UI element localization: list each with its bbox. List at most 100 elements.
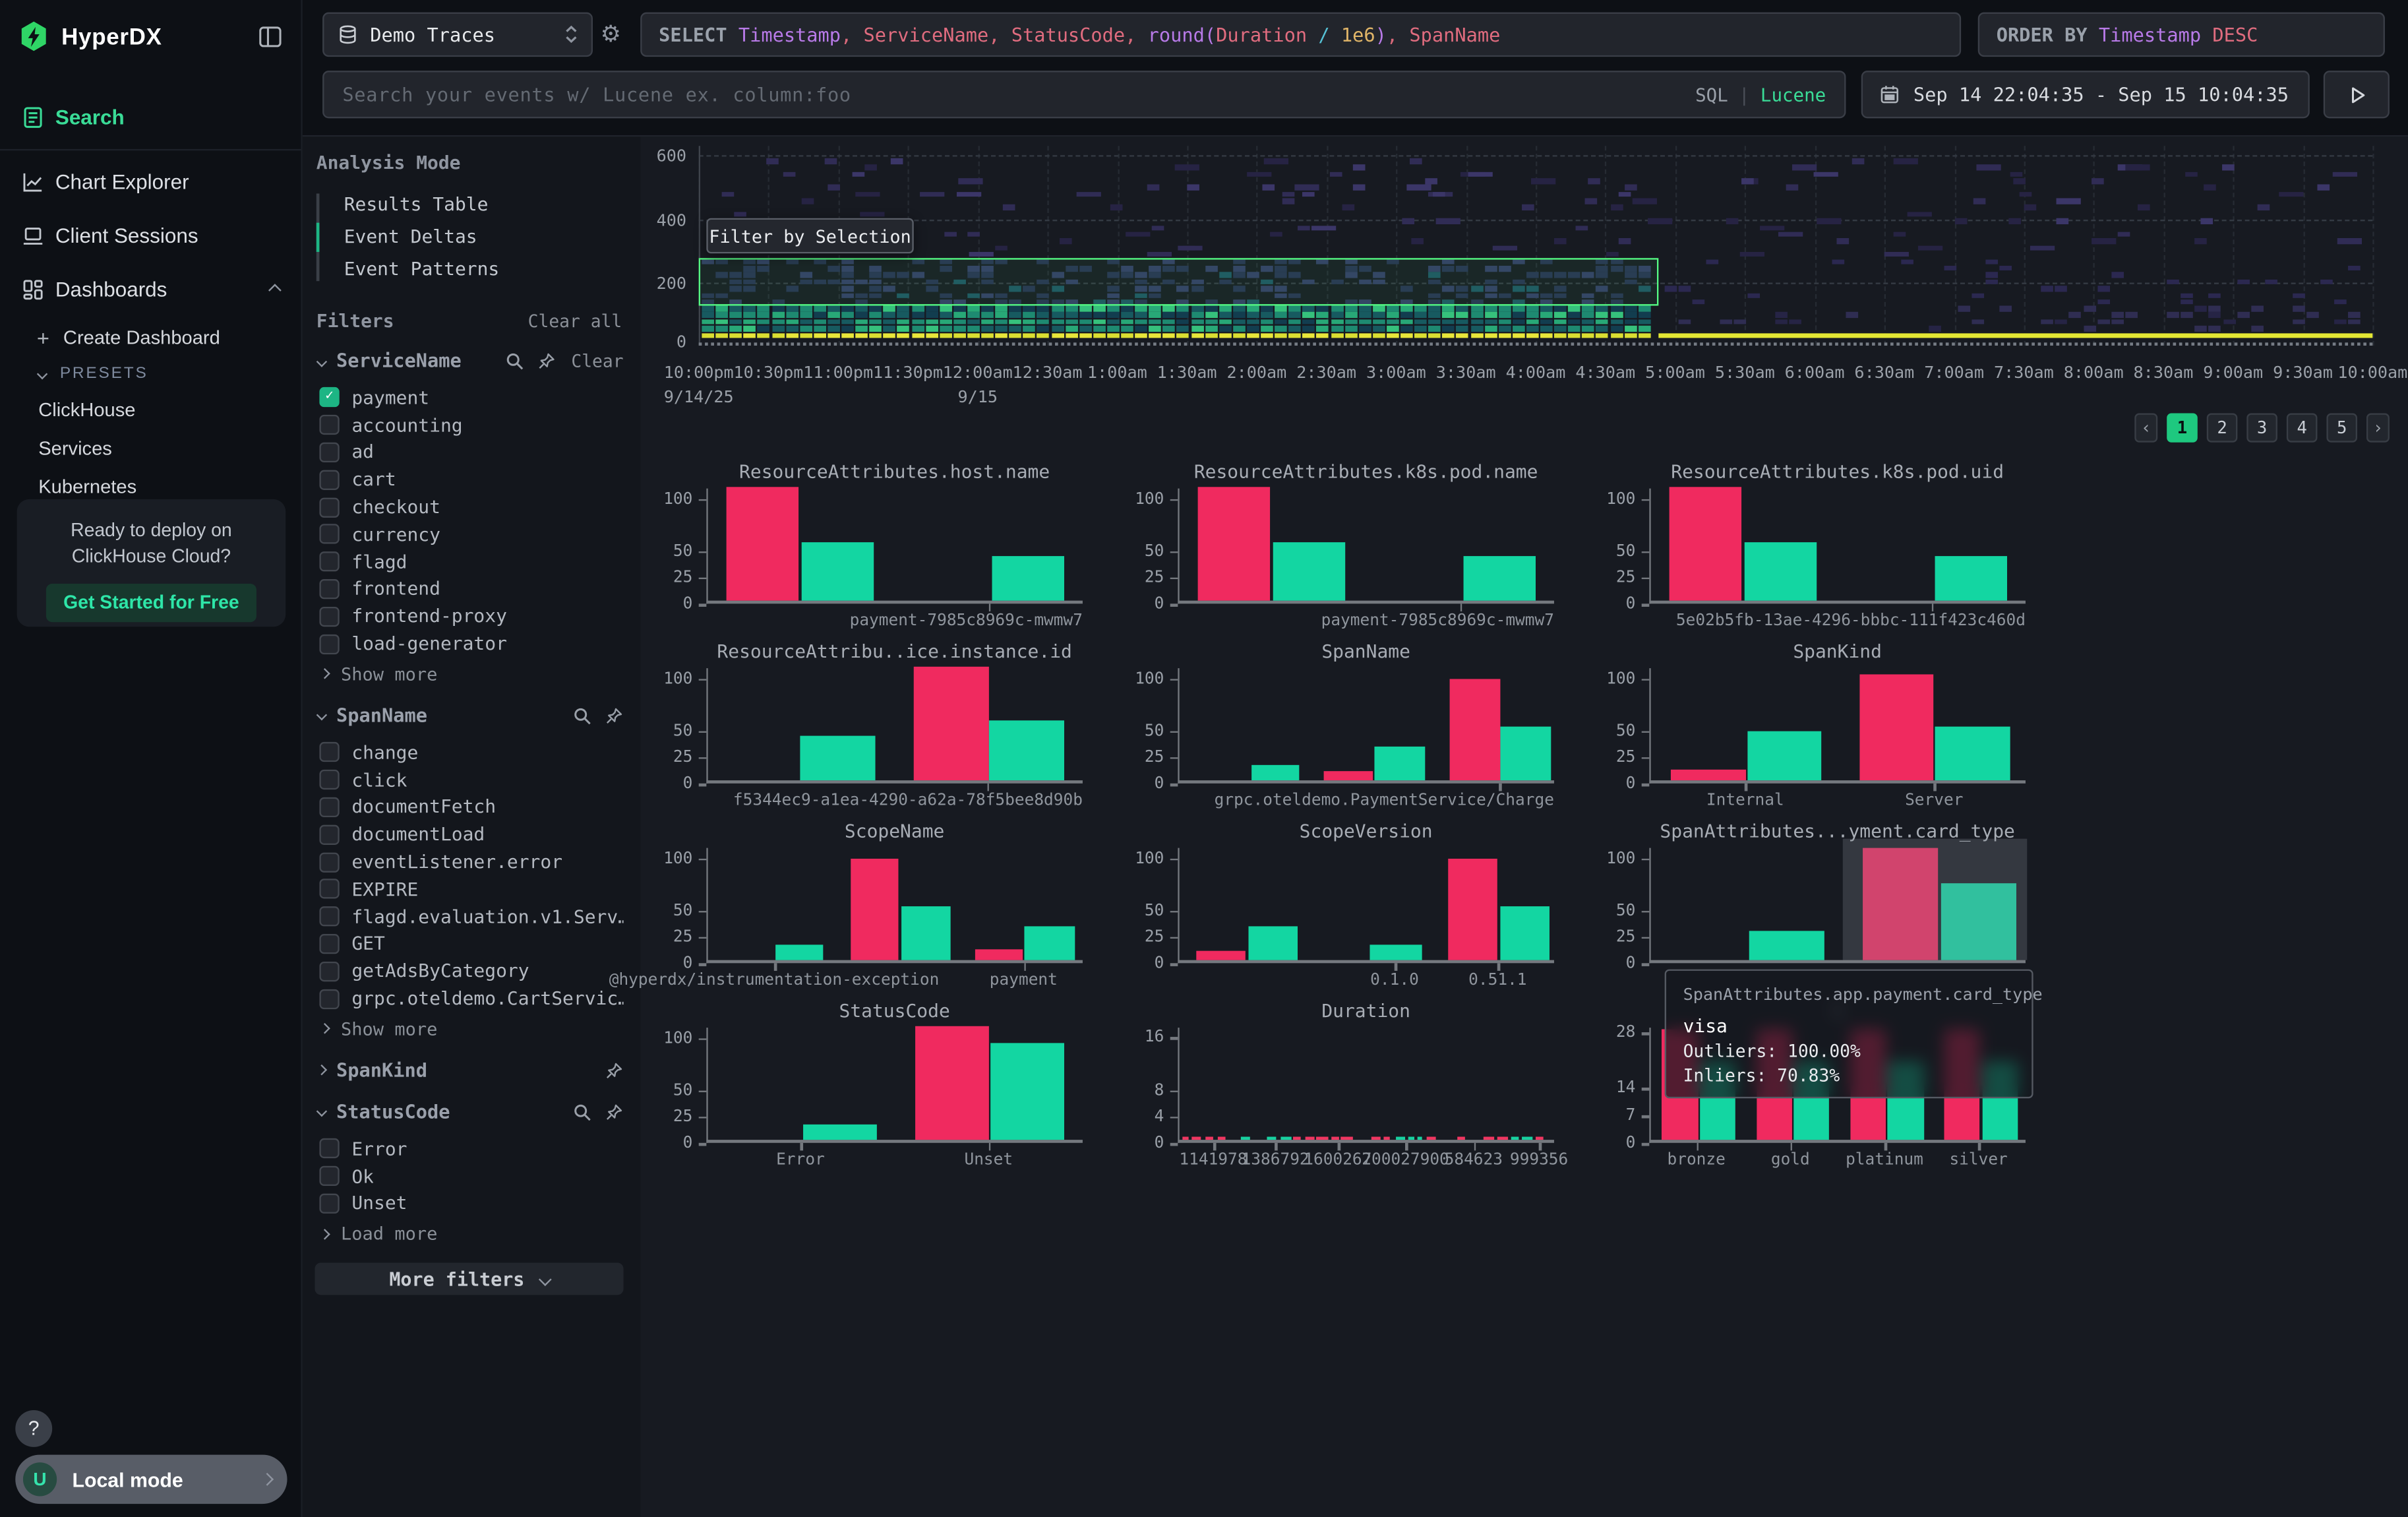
pagination-page-1[interactable]: 1 bbox=[2167, 414, 2198, 443]
bar-inliers[interactable] bbox=[1501, 726, 1551, 781]
sidebar-item-create-dashboard[interactable]: + Create Dashboard bbox=[0, 319, 301, 356]
bar-inliers[interactable] bbox=[775, 945, 823, 960]
bar-outliers[interactable] bbox=[1324, 771, 1373, 780]
bar-outliers[interactable] bbox=[851, 859, 898, 960]
filter-group-header[interactable]: SpanKind bbox=[315, 1057, 623, 1084]
pagination-prev[interactable]: ‹ bbox=[2134, 414, 2157, 443]
load-more-button[interactable]: Load more bbox=[315, 1220, 623, 1248]
sidebar-item-client-sessions[interactable]: Client Sessions bbox=[0, 215, 301, 257]
checkbox[interactable] bbox=[319, 634, 339, 654]
bar-inliers[interactable] bbox=[1749, 931, 1824, 960]
checkbox[interactable] bbox=[319, 1139, 339, 1159]
checkbox[interactable] bbox=[319, 879, 339, 899]
filter-option[interactable]: accounting bbox=[315, 412, 623, 439]
pagination-page-5[interactable]: 5 bbox=[2326, 414, 2357, 443]
bar-outliers[interactable] bbox=[1450, 679, 1500, 780]
filter-option[interactable]: flagd.evaluation.v1.Serv… bbox=[315, 903, 623, 930]
analysis-mode-option[interactable]: Event Deltas bbox=[316, 221, 624, 253]
bar-inliers[interactable] bbox=[1935, 555, 2006, 600]
bar-outliers[interactable] bbox=[1198, 487, 1269, 600]
filter-option[interactable]: checkout bbox=[315, 493, 623, 520]
bar-inliers[interactable] bbox=[1745, 542, 1816, 601]
sidebar-item-search[interactable]: Search bbox=[0, 97, 301, 139]
checkbox[interactable] bbox=[319, 415, 339, 435]
filter-option[interactable]: getAdsByCategory bbox=[315, 958, 623, 985]
filter-option[interactable]: Unset bbox=[315, 1190, 623, 1217]
bar-inliers[interactable] bbox=[1248, 927, 1297, 960]
sidebar-preset-clickhouse[interactable]: ClickHouse bbox=[0, 390, 301, 429]
bar-inliers[interactable] bbox=[1375, 747, 1426, 780]
heatmap-plot[interactable] bbox=[699, 146, 2373, 346]
checkbox[interactable] bbox=[319, 906, 339, 926]
pagination-page-2[interactable]: 2 bbox=[2207, 414, 2238, 443]
checkbox[interactable] bbox=[319, 443, 339, 462]
settings-gear-icon[interactable]: ⚙ bbox=[601, 20, 621, 47]
checkbox[interactable] bbox=[319, 470, 339, 489]
bar-inliers[interactable] bbox=[1936, 726, 2010, 781]
pin-icon[interactable] bbox=[605, 1103, 624, 1121]
checkbox[interactable] bbox=[319, 579, 339, 599]
bar-outliers[interactable] bbox=[1671, 770, 1746, 780]
checkbox[interactable] bbox=[319, 961, 339, 981]
sidebar-presets-toggle[interactable]: PRESETS bbox=[0, 356, 301, 390]
pagination-page-3[interactable]: 3 bbox=[2246, 414, 2277, 443]
checkbox[interactable] bbox=[319, 1193, 339, 1213]
checkbox[interactable] bbox=[319, 934, 339, 954]
bar-inliers[interactable] bbox=[802, 542, 873, 601]
checkbox[interactable] bbox=[319, 606, 339, 626]
checkbox[interactable] bbox=[319, 989, 339, 1008]
checkbox[interactable] bbox=[319, 824, 339, 844]
filter-option[interactable]: ✓payment bbox=[315, 384, 623, 411]
collapse-sidebar-icon[interactable] bbox=[258, 24, 282, 49]
filter-option[interactable]: ad bbox=[315, 439, 623, 466]
filter-option[interactable]: EXPIRE bbox=[315, 875, 623, 902]
filter-clear-button[interactable]: Clear bbox=[571, 351, 623, 371]
more-filters-button[interactable]: More filters bbox=[315, 1263, 623, 1295]
bar-inliers[interactable] bbox=[901, 906, 951, 960]
account-menu[interactable]: U Local mode bbox=[15, 1455, 287, 1504]
filter-option[interactable]: change bbox=[315, 739, 623, 766]
search-icon[interactable] bbox=[573, 706, 591, 725]
bar-outliers[interactable] bbox=[975, 950, 1023, 960]
filter-group-header[interactable]: SpanName bbox=[315, 702, 623, 729]
checkbox[interactable] bbox=[319, 797, 339, 817]
filter-option[interactable]: click bbox=[315, 766, 623, 793]
filter-option[interactable]: documentLoad bbox=[315, 821, 623, 848]
bar-inliers[interactable] bbox=[804, 1125, 877, 1140]
checkbox[interactable] bbox=[319, 743, 339, 762]
show-more-button[interactable]: Show more bbox=[315, 660, 623, 688]
analysis-mode-option[interactable]: Event Patterns bbox=[316, 253, 624, 286]
checkbox[interactable] bbox=[319, 524, 339, 544]
checkbox[interactable]: ✓ bbox=[319, 388, 339, 408]
filter-option[interactable]: currency bbox=[315, 520, 623, 547]
checkbox[interactable] bbox=[319, 1166, 339, 1186]
bar-outliers[interactable] bbox=[1195, 950, 1245, 960]
lucene-mode-toggle[interactable]: Lucene bbox=[1761, 84, 1826, 106]
checkbox[interactable] bbox=[319, 770, 339, 789]
show-more-button[interactable]: Show more bbox=[315, 1015, 623, 1043]
filter-option[interactable]: cart bbox=[315, 466, 623, 493]
date-range-picker[interactable]: Sep 14 22:04:35 - Sep 15 10:04:35 bbox=[1861, 71, 2310, 118]
pin-icon[interactable] bbox=[537, 352, 556, 370]
run-query-button[interactable] bbox=[2324, 71, 2390, 118]
bar-inliers[interactable] bbox=[1251, 766, 1300, 780]
checkbox[interactable] bbox=[319, 852, 339, 872]
sidebar-item-chart-explorer[interactable]: Chart Explorer bbox=[0, 162, 301, 203]
filter-option[interactable]: GET bbox=[315, 930, 623, 957]
filter-group-header[interactable]: ServiceNameClear bbox=[315, 347, 623, 375]
select-clause-input[interactable]: SELECT Timestamp, ServiceName, StatusCod… bbox=[640, 13, 1961, 57]
filter-option[interactable]: eventListener.error bbox=[315, 848, 623, 875]
sidebar-item-dashboards[interactable]: Dashboards bbox=[0, 269, 301, 311]
bar-outliers[interactable] bbox=[913, 667, 988, 780]
filter-group-header[interactable]: StatusCode bbox=[315, 1098, 623, 1126]
source-select[interactable]: Demo Traces bbox=[322, 13, 593, 57]
filter-option[interactable]: Error bbox=[315, 1135, 623, 1162]
bar-inliers[interactable] bbox=[991, 1043, 1065, 1140]
bar-inliers[interactable] bbox=[1500, 906, 1550, 960]
filter-by-selection-button[interactable]: Filter by Selection bbox=[706, 218, 913, 254]
filter-option[interactable]: flagd bbox=[315, 548, 623, 575]
analysis-mode-option[interactable]: Results Table bbox=[316, 189, 624, 221]
bar-outliers[interactable] bbox=[1670, 487, 1741, 600]
bar-inliers[interactable] bbox=[1463, 555, 1534, 600]
search-icon[interactable] bbox=[573, 1103, 591, 1121]
